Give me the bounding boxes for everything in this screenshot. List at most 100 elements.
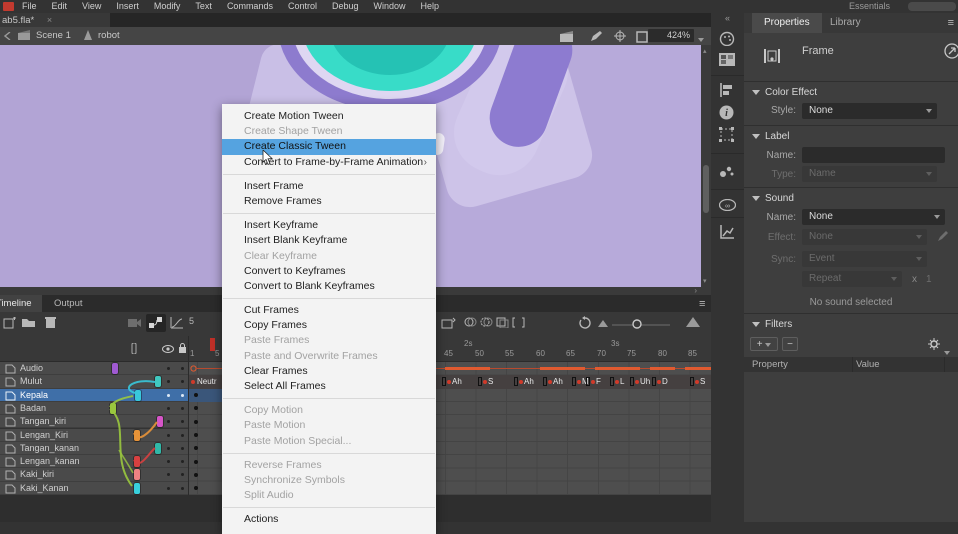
layer-row-tangan-kiri[interactable]: Tangan_kiri	[0, 415, 188, 428]
close-tab-icon[interactable]: ×	[47, 15, 52, 25]
layer-row-lengan-kanan[interactable]: Lengan_kanan	[0, 455, 188, 468]
document-tab[interactable]: ab5.fla* ×	[0, 13, 110, 27]
timeline-zoom-knob[interactable]	[632, 319, 643, 330]
section-label[interactable]: Label	[752, 131, 789, 142]
color-panel-icon[interactable]	[719, 31, 736, 46]
menu-item[interactable]: Clear Frames	[222, 364, 436, 379]
menu-item[interactable]: Copy Frames	[222, 318, 436, 333]
menu-item[interactable]: Convert to Keyframes	[222, 264, 436, 279]
panel-menu-icon[interactable]: ≡	[948, 17, 954, 29]
sound-name-select[interactable]: None	[802, 209, 945, 225]
menu-item[interactable]: Actions	[222, 512, 436, 527]
menu-view[interactable]: View	[82, 0, 101, 13]
modify-markers-icon[interactable]	[512, 317, 525, 328]
tab-library[interactable]: Library	[818, 13, 873, 33]
layer-row-tangan-kanan[interactable]: Tangan_kanan	[0, 442, 188, 455]
show-hide-all-eye-icon[interactable]	[162, 345, 174, 353]
scroll-down-icon[interactable]: ▾	[703, 277, 707, 285]
section-sound[interactable]: Sound	[752, 193, 794, 204]
parent-marker[interactable]	[112, 363, 118, 374]
delete-layer-icon[interactable]	[45, 316, 56, 329]
menu-modify[interactable]: Modify	[154, 0, 181, 13]
edit-symbols-icon[interactable]	[590, 31, 604, 42]
parent-marker[interactable]	[135, 390, 141, 401]
edit-multiple-frames-icon[interactable]	[496, 317, 509, 328]
zoom-chevron-icon[interactable]	[698, 34, 704, 45]
zoom-in-timeline-icon[interactable]	[686, 317, 700, 327]
lock-all-icon[interactable]	[178, 343, 187, 354]
parent-marker[interactable]	[110, 403, 116, 414]
insert-frame-icon[interactable]	[441, 316, 456, 329]
transform-panel-icon[interactable]	[719, 127, 734, 142]
search-input[interactable]	[908, 2, 956, 11]
symbol-name[interactable]: robot	[98, 30, 120, 42]
loop-icon[interactable]	[578, 316, 592, 329]
layer-row-lengan-kiri[interactable]: Lengan_Kiri	[0, 429, 188, 442]
align-panel-icon[interactable]	[719, 83, 734, 97]
swatches-panel-icon[interactable]	[719, 53, 735, 66]
graph-editor-icon[interactable]	[170, 316, 184, 329]
center-stage-icon[interactable]	[614, 30, 627, 43]
color-effect-style-select[interactable]: None	[802, 103, 937, 119]
keyframe-dot[interactable]	[194, 420, 198, 424]
history-graph-panel-icon[interactable]	[719, 225, 734, 239]
menu-insert[interactable]: Insert	[116, 0, 139, 13]
scroll-up-icon[interactable]: ▴	[703, 47, 707, 55]
snap-dots-panel-icon[interactable]	[719, 165, 734, 178]
back-arrow-icon[interactable]	[4, 32, 14, 40]
parent-marker[interactable]	[134, 456, 140, 467]
parent-marker[interactable]	[134, 469, 140, 480]
layer-row-kaki-kiri[interactable]: Kaki_kiri	[0, 468, 188, 481]
new-folder-icon[interactable]	[22, 317, 36, 328]
menu-file[interactable]: File	[22, 0, 37, 13]
layer-row-kepala[interactable]: Kepala	[0, 389, 188, 402]
stage-vertical-scrollbar[interactable]: ▴ ▾	[701, 45, 711, 287]
keyframe-dot[interactable]	[194, 393, 198, 397]
edit-scene-icon[interactable]	[560, 31, 575, 42]
tab-timeline[interactable]: Timeline	[0, 295, 42, 312]
scene-name[interactable]: Scene 1	[36, 30, 71, 42]
keyframe-dot[interactable]	[194, 473, 198, 477]
keyframe-dot[interactable]	[194, 486, 198, 490]
onion-skin-icon[interactable]	[464, 317, 477, 328]
info-panel-icon[interactable]: i	[719, 105, 734, 120]
parent-marker[interactable]	[134, 483, 140, 494]
menu-window[interactable]: Window	[374, 0, 406, 13]
scrollbar-thumb[interactable]	[703, 165, 709, 213]
scroll-right-icon[interactable]: ›	[694, 286, 697, 295]
label-name-input[interactable]	[802, 147, 945, 163]
menu-item[interactable]: Remove Frames	[222, 194, 436, 209]
zoom-level-select[interactable]: 424%	[648, 29, 694, 42]
keyframe-dot[interactable]	[194, 433, 198, 437]
onion-outline-icon[interactable]	[480, 317, 493, 328]
parent-marker[interactable]	[155, 376, 161, 387]
collapse-panels-icon[interactable]: «	[725, 13, 730, 23]
add-filter-button[interactable]: +	[750, 337, 778, 351]
menu-help[interactable]: Help	[421, 0, 440, 13]
filter-options-gear-icon[interactable]	[928, 338, 941, 351]
menu-item[interactable]: Select All Frames	[222, 379, 436, 394]
workspace-switcher[interactable]: Essentials	[849, 1, 890, 11]
layer-row-mulut[interactable]: Mulut	[0, 375, 188, 388]
menu-item-create-classic-tween[interactable]: Create Classic Tween	[222, 139, 436, 154]
layer-row-audio[interactable]: Audio	[0, 362, 188, 375]
layer-row-kaki-kanan[interactable]: Kaki_Kanan	[0, 482, 188, 495]
keyframe-dot[interactable]	[194, 446, 198, 450]
menu-item[interactable]: Insert Frame	[222, 179, 436, 194]
playhead[interactable]	[210, 338, 215, 351]
tab-properties[interactable]: Properties	[752, 13, 822, 33]
camera-icon[interactable]	[128, 318, 142, 328]
remove-filter-button[interactable]: −	[782, 337, 798, 351]
menu-debug[interactable]: Debug	[332, 0, 359, 13]
menu-item[interactable]: Cut Frames	[222, 303, 436, 318]
tab-output[interactable]: Output	[44, 295, 93, 312]
parent-marker[interactable]	[157, 416, 163, 427]
layer-row-badan[interactable]: Badan	[0, 402, 188, 415]
help-icon[interactable]	[944, 43, 958, 59]
timeline-panel-menu-icon[interactable]: ≡	[699, 298, 705, 310]
menu-control[interactable]: Control	[288, 0, 317, 13]
keyframe-dot[interactable]	[194, 406, 198, 410]
menu-edit[interactable]: Edit	[52, 0, 68, 13]
zoom-out-timeline-icon[interactable]	[598, 320, 608, 327]
menu-item[interactable]: Create Motion Tween	[222, 109, 436, 124]
